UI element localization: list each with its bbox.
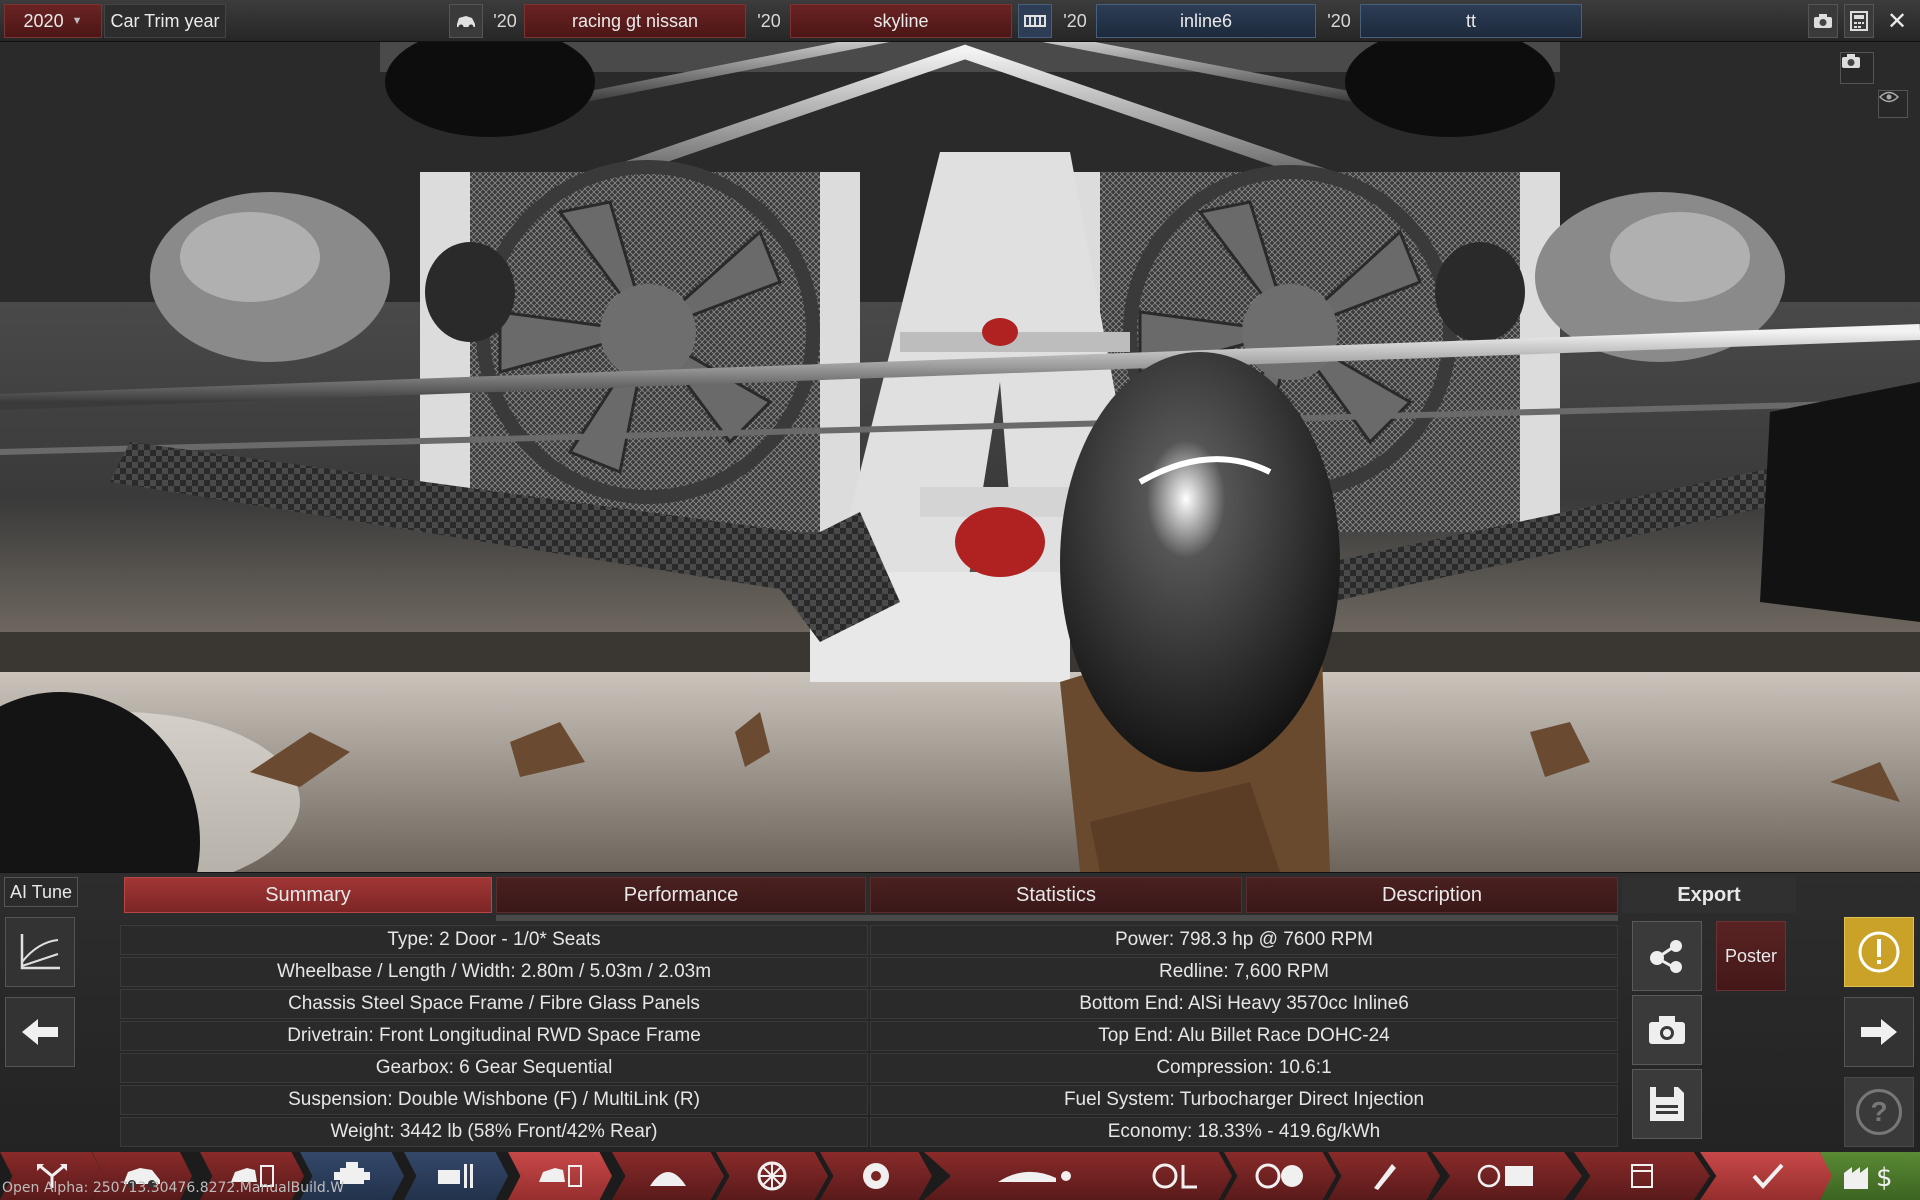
- build-version-label: Open Alpha: 250713.30476.8272.ManualBuil…: [2, 1180, 345, 1196]
- year-dropdown[interactable]: 2020 ▼: [4, 4, 102, 38]
- nav-factory-icon[interactable]: $: [1820, 1152, 1920, 1200]
- summary-row: Compression: 10.6:1: [870, 1053, 1618, 1083]
- back-button[interactable]: [5, 997, 75, 1067]
- trim-name-field[interactable]: skyline: [790, 4, 1012, 38]
- next-button[interactable]: [1844, 997, 1914, 1067]
- calculator-icon[interactable]: [1844, 4, 1874, 38]
- warning-icon: [1858, 931, 1900, 973]
- nav-interior-icon[interactable]: [1120, 1152, 1232, 1200]
- screenshot-icon[interactable]: [1808, 4, 1838, 38]
- share-button[interactable]: [1632, 921, 1702, 991]
- graph-button[interactable]: [5, 917, 75, 987]
- help-icon: ?: [1856, 1089, 1902, 1135]
- eye-icon[interactable]: [1878, 90, 1908, 118]
- summary-row: Redline: 7,600 RPM: [870, 957, 1618, 987]
- poster-button[interactable]: Poster: [1716, 921, 1786, 991]
- model-name-field[interactable]: racing gt nissan: [524, 4, 746, 38]
- graph-icon: [20, 934, 60, 970]
- summary-row: Chassis Steel Space Frame / Fibre Glass …: [120, 989, 868, 1019]
- trim-year-label: Car Trim year: [104, 4, 226, 38]
- tab-summary[interactable]: Summary: [124, 877, 492, 913]
- tab-description[interactable]: Description: [1246, 877, 1618, 913]
- engine-family-field[interactable]: inline6: [1096, 4, 1316, 38]
- share-icon: [1650, 940, 1682, 973]
- summary-row: Power: 798.3 hp @ 7600 RPM: [870, 925, 1618, 955]
- nav-confirm-icon[interactable]: [1700, 1152, 1836, 1200]
- top-bar: 2020 ▼ Car Trim year '20 racing gt nissa…: [0, 0, 1920, 42]
- nav-brakes-icon[interactable]: [820, 1152, 932, 1200]
- chevron-down-icon: ▼: [71, 15, 83, 27]
- warning-button[interactable]: [1844, 917, 1914, 987]
- variant-year: '20: [1327, 10, 1351, 31]
- close-icon[interactable]: ✕: [1880, 4, 1914, 38]
- summary-row: Bottom End: AlSi Heavy 3570cc Inline6: [870, 989, 1618, 1019]
- nav-wheels-icon[interactable]: [716, 1152, 828, 1200]
- summary-row: Fuel System: Turbocharger Direct Injecti…: [870, 1085, 1618, 1115]
- engine-3d-viewport[interactable]: [0, 42, 1920, 872]
- trim-panel: AI Tune Summary Performance Statistics D…: [0, 872, 1920, 1152]
- engine-year: '20: [1063, 10, 1087, 31]
- camera-icon: [1649, 1016, 1685, 1044]
- export-title: Export: [1622, 877, 1796, 913]
- nav-trim-icon[interactable]: [508, 1152, 612, 1200]
- arrow-right-icon: [1861, 1019, 1897, 1045]
- summary-row: Gearbox: 6 Gear Sequential: [120, 1053, 868, 1083]
- arrow-left-icon: [22, 1019, 58, 1045]
- tab-performance[interactable]: Performance: [496, 877, 866, 913]
- variant-name-field[interactable]: tt: [1360, 4, 1582, 38]
- nav-testing-icon[interactable]: [1432, 1152, 1582, 1200]
- photo-export-button[interactable]: [1632, 995, 1702, 1065]
- summary-row: Economy: 18.33% - 419.6g/kWh: [870, 1117, 1618, 1147]
- summary-row: Wheelbase / Length / Width: 2.80m / 5.03…: [120, 957, 868, 987]
- save-button[interactable]: [1632, 1069, 1702, 1139]
- summary-row: Type: 2 Door - 1/0* Seats: [120, 925, 868, 955]
- model-year: '20: [493, 10, 517, 31]
- summary-row: Weight: 3442 lb (58% Front/42% Rear): [120, 1117, 868, 1147]
- nav-gearbox-icon[interactable]: [612, 1152, 724, 1200]
- nav-safety-icon[interactable]: [1224, 1152, 1336, 1200]
- tab-underline: [496, 915, 1618, 921]
- engine-icon[interactable]: [1018, 4, 1052, 38]
- nav-tuning-icon[interactable]: [1328, 1152, 1440, 1200]
- camera-icon[interactable]: [1840, 52, 1874, 84]
- help-button[interactable]: ?: [1844, 1077, 1914, 1147]
- engine-render: [0, 42, 1920, 872]
- tab-statistics[interactable]: Statistics: [870, 877, 1242, 913]
- nav-report-icon[interactable]: [1574, 1152, 1710, 1200]
- year-value: 2020: [23, 10, 64, 31]
- nav-aero-icon[interactable]: [924, 1152, 1148, 1200]
- summary-table: Type: 2 Door - 1/0* Seats Wheelbase / Le…: [120, 925, 1620, 1149]
- nav-engine-tune-icon[interactable]: [404, 1152, 508, 1200]
- trim-year: '20: [757, 10, 781, 31]
- ai-tune-button[interactable]: AI Tune: [4, 877, 78, 907]
- car-model-icon[interactable]: [449, 4, 483, 38]
- save-icon: [1650, 1087, 1684, 1121]
- summary-row: Suspension: Double Wishbone (F) / MultiL…: [120, 1085, 868, 1115]
- summary-row: Top End: Alu Billet Race DOHC-24: [870, 1021, 1618, 1051]
- svg-text:$: $: [1876, 1163, 1893, 1191]
- summary-row: Drivetrain: Front Longitudinal RWD Space…: [120, 1021, 868, 1051]
